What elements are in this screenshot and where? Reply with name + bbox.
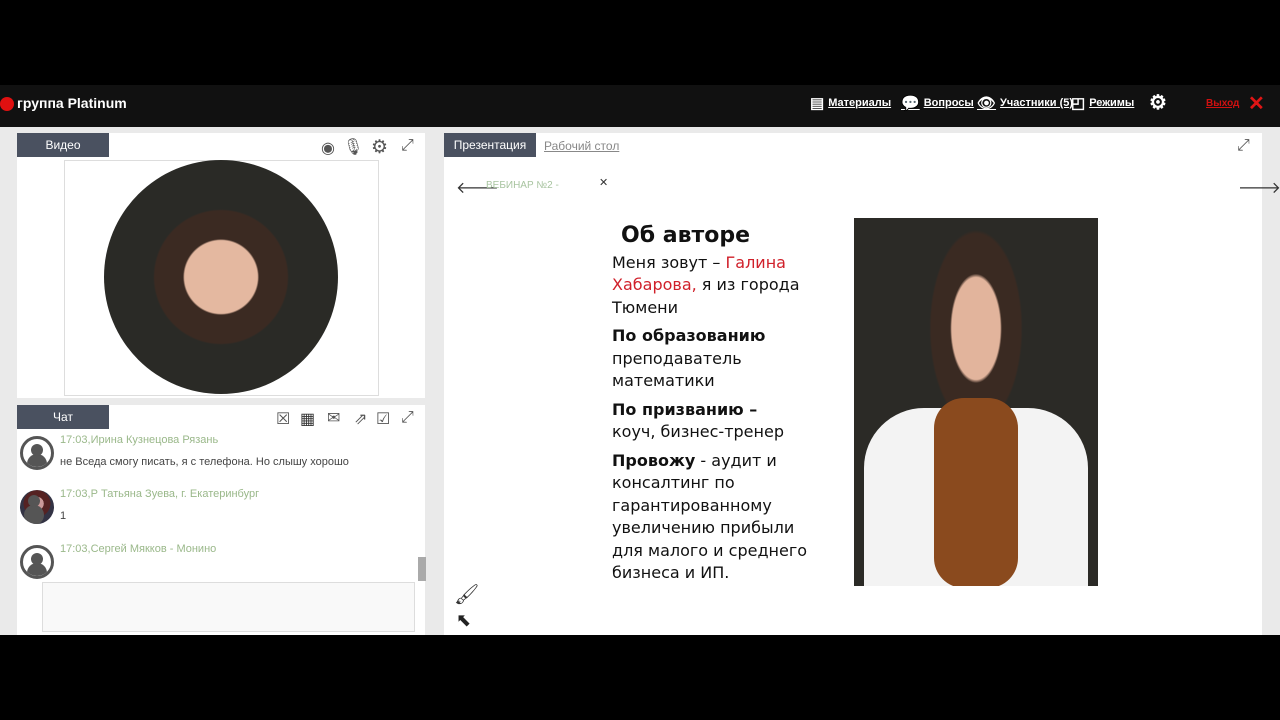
message-text: не Вседа смогу писать, я с телефона. Но …	[60, 456, 349, 468]
settings-icon[interactable]: ⚙	[1149, 90, 1167, 115]
slide-text-part: - аудит и консалтинг по гарантированному…	[612, 450, 808, 583]
avatar	[20, 545, 54, 579]
expand-icon[interactable]: ⤢	[401, 137, 414, 155]
eye-icon: 👁	[977, 95, 997, 112]
close-doc-icon[interactable]: ✕	[599, 176, 608, 189]
nav-participants[interactable]: 👁 Участники (5)	[977, 94, 1073, 112]
close-icon[interactable]: ✕	[1248, 91, 1265, 116]
excel-icon[interactable]: ▦	[300, 409, 315, 429]
chat-input[interactable]	[42, 582, 415, 632]
speaker-video	[104, 160, 338, 394]
slide-text-part: коуч, бизнес-тренер	[612, 422, 784, 441]
avatar	[20, 490, 54, 524]
chat-scrollbar[interactable]	[418, 557, 426, 581]
recording-indicator	[0, 97, 14, 111]
pointer-icon[interactable]: ⬉	[456, 610, 471, 631]
brush-icon[interactable]: 🖌	[454, 582, 479, 607]
tab-desktop[interactable]: Рабочий стол	[544, 139, 619, 153]
next-slide-icon[interactable]: 🡒	[1238, 177, 1280, 198]
expand-icon[interactable]: ⤢	[1237, 137, 1250, 155]
author-photo	[854, 218, 1098, 586]
settings-icon[interactable]: ⚙	[371, 136, 388, 159]
presentation-panel	[444, 133, 1262, 635]
avatar	[20, 436, 54, 470]
slide-heading: Провожу	[612, 450, 696, 470]
tab-video[interactable]: Видео	[17, 133, 109, 157]
tab-chat[interactable]: Чат	[17, 405, 109, 429]
message-text: 1	[60, 510, 67, 522]
document-name: ВЕБИНАР №2 -	[486, 180, 559, 191]
tab-presentation[interactable]: Презентация	[444, 133, 536, 157]
materials-icon: ▤	[810, 95, 825, 112]
nav-modes[interactable]: ◰ Режимы	[1071, 94, 1134, 112]
check-icon[interactable]: ☑	[376, 409, 390, 429]
questions-icon: 💬	[901, 95, 920, 112]
nav-questions[interactable]: 💬 Вопросы	[901, 94, 974, 112]
clear-icon[interactable]: ☒	[276, 409, 290, 429]
slide-title: Об авторе	[621, 223, 751, 248]
mail-icon[interactable]: ✉	[327, 408, 340, 428]
location-icon[interactable]: ◉	[321, 138, 335, 158]
slide-text-part: преподаватель математики	[612, 348, 742, 391]
nav-label: Участники (5)	[1000, 97, 1074, 109]
slide-heading: По призванию –	[612, 399, 758, 419]
expand-icon[interactable]: ⤢	[401, 409, 414, 427]
exit-link[interactable]: Выход	[1206, 98, 1239, 109]
modes-icon: ◰	[1071, 95, 1086, 112]
export-icon[interactable]: ⇗	[354, 409, 367, 429]
nav-label: Материалы	[828, 97, 892, 109]
nav-label: Вопросы	[923, 97, 974, 109]
room-title: группа Platinum	[17, 95, 127, 111]
microphone-icon[interactable]: 🎙	[343, 137, 363, 157]
slide-text: Об авторе Меня зовут – Галина Хабарова, …	[612, 223, 822, 591]
nav-materials[interactable]: ▤ Материалы	[810, 94, 891, 112]
message-meta: 17:03,Ирина Кузнецова Рязань	[60, 434, 219, 446]
nav-label: Режимы	[1089, 97, 1135, 109]
message-meta: 17:03,Р Татьяна Зуева, г. Екатеринбург	[60, 488, 260, 500]
slide-heading: По образованию	[612, 326, 766, 345]
slide-text-part: Меня зовут –	[612, 252, 726, 272]
message-meta: 17:03,Сергей Мякков - Монино	[60, 543, 217, 555]
